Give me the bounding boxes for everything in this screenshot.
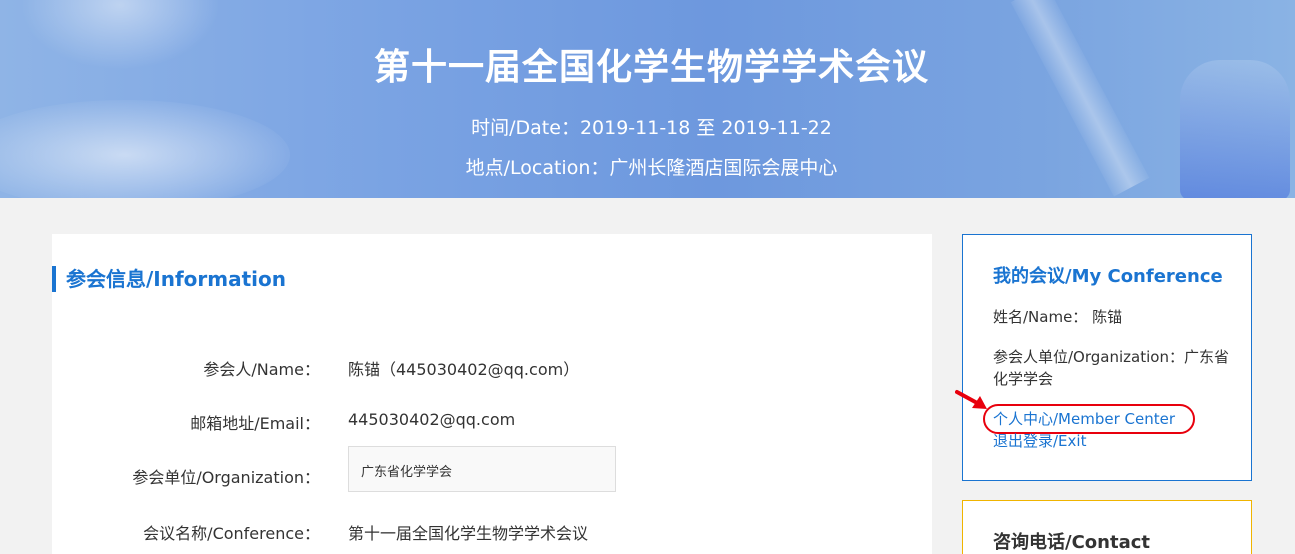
contact-box: 咨询电话/Contact xyxy=(962,500,1252,554)
conference-location: 地点/Location：广州长隆酒店国际会展中心 xyxy=(465,157,838,179)
member-name: 姓名/Name： 陈锚 xyxy=(993,308,1123,326)
info-value: 445030402@qq.com xyxy=(348,410,516,429)
my-conference-title: 我的会议/My Conference xyxy=(993,266,1223,287)
section-title: 参会信息/Information xyxy=(52,266,286,292)
exit-link[interactable]: 退出登录/Exit xyxy=(993,430,1086,451)
info-label: 邮箱地址/Email： xyxy=(190,414,320,433)
organization-field: 广东省化学学会 xyxy=(348,446,616,492)
conference-date: 时间/Date：2019-11-18 至 2019-11-22 xyxy=(471,117,832,139)
information-panel: 参会信息/Information 参会人/Name： 陈锚（445030402@… xyxy=(52,234,932,554)
info-label: 参会人/Name： xyxy=(203,360,320,379)
contact-title: 咨询电话/Contact xyxy=(993,532,1150,553)
member-organization: 参会人单位/Organization：广东省化学学会 xyxy=(993,348,1229,388)
info-label: 参会单位/Organization： xyxy=(132,468,320,487)
info-value: 第十一届全国化学生物学学术会议 xyxy=(348,524,589,543)
conference-title: 第十一届全国化学生物学学术会议 xyxy=(373,47,929,88)
my-conference-box: 我的会议/My Conference 姓名/Name： 陈锚 参会人单位/Org… xyxy=(962,234,1252,481)
red-arrow-icon xyxy=(955,390,987,409)
conference-banner: 第十一届全国化学生物学学术会议 时间/Date：2019-11-18 至 201… xyxy=(0,0,1295,198)
info-label: 会议名称/Conference： xyxy=(143,524,320,543)
info-value: 陈锚（445030402@qq.com） xyxy=(348,360,580,379)
member-center-link[interactable]: 个人中心/Member Center xyxy=(993,408,1175,429)
